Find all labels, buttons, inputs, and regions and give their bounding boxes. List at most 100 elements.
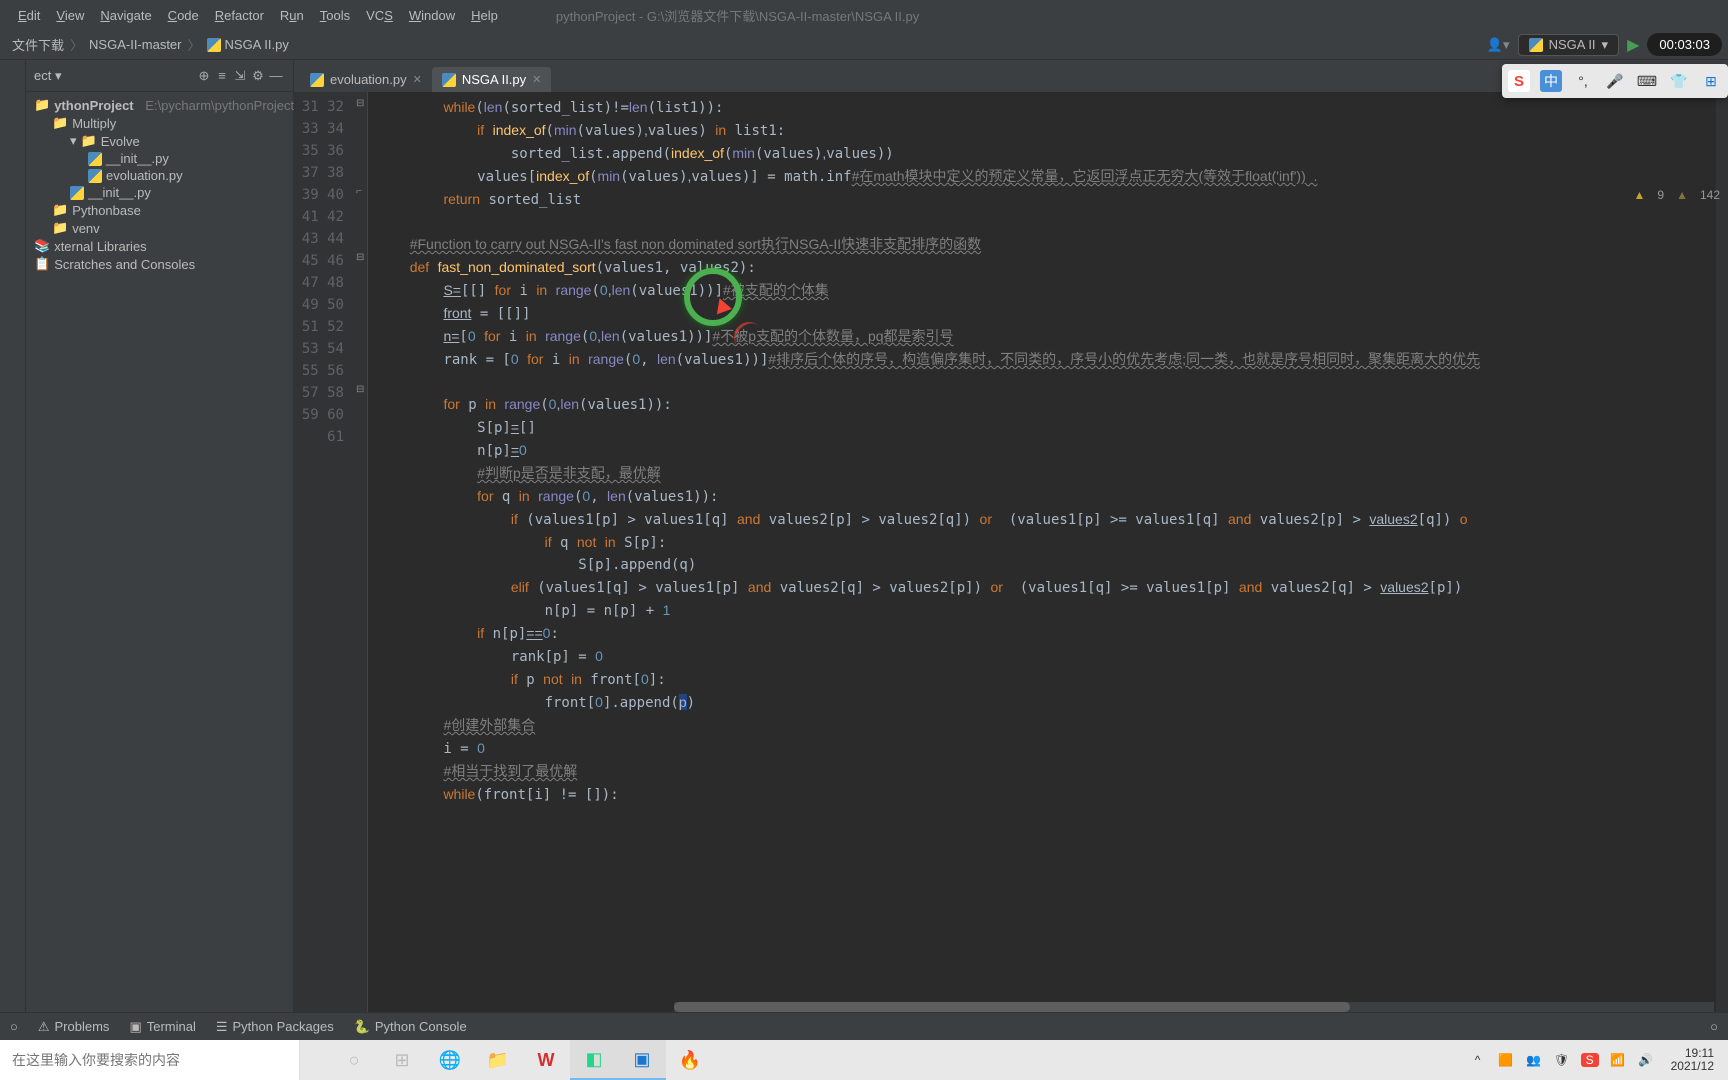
line-gutter[interactable]: 31 32 33 34 35 36 37 38 39 40 41 42 43 4… — [294, 92, 354, 1012]
menu-navigate[interactable]: Navigate — [92, 8, 159, 23]
ime-punct-icon[interactable]: °, — [1572, 70, 1594, 92]
fold-marker[interactable]: ⊟ — [356, 384, 366, 394]
menu-vcs[interactable]: VCS — [358, 8, 401, 23]
menu-edit[interactable]: Edit — [10, 8, 48, 23]
hide-icon[interactable]: — — [267, 68, 285, 83]
ime-lang-icon[interactable]: 中 — [1540, 70, 1562, 92]
file-explorer-icon[interactable]: 📁 — [474, 1040, 522, 1080]
todo-tab[interactable]: ○ — [10, 1019, 18, 1034]
left-tool-strip[interactable] — [0, 60, 26, 1012]
tree-multiply[interactable]: 📁Multiply — [26, 114, 293, 132]
pycharm-icon[interactable]: ◧ — [570, 1040, 618, 1080]
tree-evolve[interactable]: ▾📁Evolve — [26, 132, 293, 150]
tree-venv[interactable]: 📁venv — [26, 219, 293, 237]
menu-window[interactable]: Window — [401, 8, 463, 23]
code-editor[interactable]: 31 32 33 34 35 36 37 38 39 40 41 42 43 4… — [294, 92, 1728, 1012]
tray-security-icon[interactable]: 🛡 — [1553, 1053, 1571, 1067]
recorder-icon[interactable]: ▣ — [618, 1040, 666, 1080]
chevron-down-icon: ▾ — [70, 133, 77, 149]
gear-icon[interactable]: ⚙ — [249, 68, 267, 84]
task-view-icon[interactable]: ⊞ — [378, 1040, 426, 1080]
tray-app-icon[interactable]: 🟧 — [1497, 1053, 1515, 1067]
ime-skin-icon[interactable]: 👕 — [1668, 70, 1690, 92]
tray-chevron-icon[interactable]: ^ — [1469, 1053, 1487, 1067]
menu-refactor[interactable]: Refactor — [207, 8, 272, 23]
app-icon[interactable]: 🔥 — [666, 1040, 714, 1080]
expand-icon[interactable]: ≡ — [213, 68, 231, 83]
tree-evoluation[interactable]: evoluation.py — [26, 167, 293, 184]
ime-mic-icon[interactable]: 🎤 — [1604, 70, 1626, 92]
close-icon[interactable]: ✕ — [532, 73, 541, 86]
ime-keyboard-icon[interactable]: ⌨ — [1636, 70, 1658, 92]
crumb-2[interactable]: NSGA II.py — [201, 37, 295, 52]
menu-run[interactable]: Run — [272, 8, 312, 23]
tab-label: Python Packages — [233, 1019, 334, 1034]
fold-end-marker[interactable]: ⌐ — [356, 186, 366, 196]
tray-clock[interactable]: 19:11 2021/12 — [1665, 1047, 1720, 1073]
run-button[interactable]: ▶ — [1627, 35, 1639, 55]
tree-label: xternal Libraries — [54, 239, 147, 254]
tree-path: E:\pycharm\pythonProject — [145, 98, 294, 113]
tray-people-icon[interactable]: 👥 — [1525, 1053, 1543, 1067]
tab-nsga[interactable]: NSGA II.py✕ — [432, 67, 552, 92]
tree-init2[interactable]: __init__.py — [26, 184, 293, 201]
close-icon[interactable]: ✕ — [413, 73, 422, 86]
wps-icon[interactable]: W — [522, 1040, 570, 1080]
tree-label: Pythonbase — [72, 203, 141, 218]
tray-volume-icon[interactable]: 🔊 — [1637, 1053, 1655, 1067]
python-console-tab[interactable]: 🐍Python Console — [354, 1019, 467, 1035]
tree-external-libs[interactable]: 📚xternal Libraries — [26, 237, 293, 255]
project-tree[interactable]: 📁ythonProject E:\pycharm\pythonProject 📁… — [26, 92, 293, 277]
tray-network-icon[interactable]: 📶 — [1609, 1053, 1627, 1067]
fold-marker[interactable]: ⊟ — [356, 252, 366, 262]
clock-date: 2021/12 — [1671, 1060, 1714, 1073]
menu-tools[interactable]: Tools — [312, 8, 358, 23]
tree-init[interactable]: __init__.py — [26, 150, 293, 167]
tab-evoluation[interactable]: evoluation.py✕ — [300, 67, 432, 92]
terminal-tab[interactable]: ▣Terminal — [129, 1019, 195, 1035]
weak-warning-count: 142 — [1700, 188, 1720, 202]
python-icon — [70, 186, 84, 200]
scrollbar-thumb[interactable] — [674, 1002, 1350, 1012]
error-stripe[interactable] — [1716, 92, 1728, 1012]
problems-tab[interactable]: ⚠Problems — [38, 1019, 110, 1035]
code-content[interactable]: while(len(sorted_list)!=len(list1)): if … — [368, 92, 1728, 1012]
windows-search[interactable] — [0, 1040, 300, 1080]
problems-icon: ⚠ — [38, 1019, 50, 1035]
locate-icon[interactable]: ⊕ — [195, 68, 213, 84]
python-icon — [207, 38, 221, 52]
tree-label: Evolve — [101, 134, 140, 149]
search-icon[interactable]: ○ — [1710, 1019, 1718, 1034]
add-user-icon[interactable]: 👤▾ — [1487, 37, 1510, 53]
collapse-icon[interactable]: ⇲ — [231, 68, 249, 84]
tree-scratches[interactable]: 📋Scratches and Consoles — [26, 255, 293, 273]
menu-view[interactable]: View — [48, 8, 92, 23]
search-input[interactable] — [12, 1052, 287, 1068]
tree-pythonbase[interactable]: 📁Pythonbase — [26, 201, 293, 219]
fold-marker[interactable]: ⊟ — [356, 98, 366, 108]
navigation-bar: 文件下载 〉 NSGA-II-master 〉 NSGA II.py 👤▾ NS… — [0, 30, 1728, 60]
crumb-1[interactable]: NSGA-II-master — [83, 37, 187, 52]
run-config-selector[interactable]: NSGA II ▾ — [1518, 34, 1620, 56]
menu-help[interactable]: Help — [463, 8, 506, 23]
chevron-down-icon: ▾ — [1602, 37, 1609, 53]
python-icon — [1529, 38, 1543, 52]
inspection-summary[interactable]: ▲9 ▲142 — [1634, 188, 1721, 202]
horizontal-scrollbar[interactable] — [674, 1002, 1714, 1012]
ime-toolbox-icon[interactable]: ⊞ — [1700, 70, 1722, 92]
sogou-icon[interactable]: S — [1508, 70, 1530, 92]
crumb-0[interactable]: 文件下载 — [6, 35, 70, 54]
fold-column[interactable]: ⊟ ⌐ ⊟ ⊟ — [354, 92, 368, 1012]
system-tray: ^ 🟧 👥 🛡 S 📶 🔊 19:11 2021/12 — [1461, 1047, 1728, 1073]
python-packages-tab[interactable]: ☰Python Packages — [216, 1019, 334, 1035]
ime-toolbar[interactable]: S 中 °, 🎤 ⌨ 👕 ⊞ — [1502, 64, 1728, 98]
tray-ime-icon[interactable]: S — [1581, 1053, 1599, 1067]
menu-code[interactable]: Code — [160, 8, 207, 23]
tree-label: Multiply — [72, 116, 116, 131]
crumb-sep: 〉 — [188, 35, 201, 54]
project-label[interactable]: ect ▾ — [34, 68, 61, 84]
tree-label: venv — [72, 221, 99, 236]
cortana-icon[interactable]: ○ — [330, 1040, 378, 1080]
tree-root[interactable]: 📁ythonProject E:\pycharm\pythonProject — [26, 96, 293, 114]
edge-icon[interactable]: 🌐 — [426, 1040, 474, 1080]
